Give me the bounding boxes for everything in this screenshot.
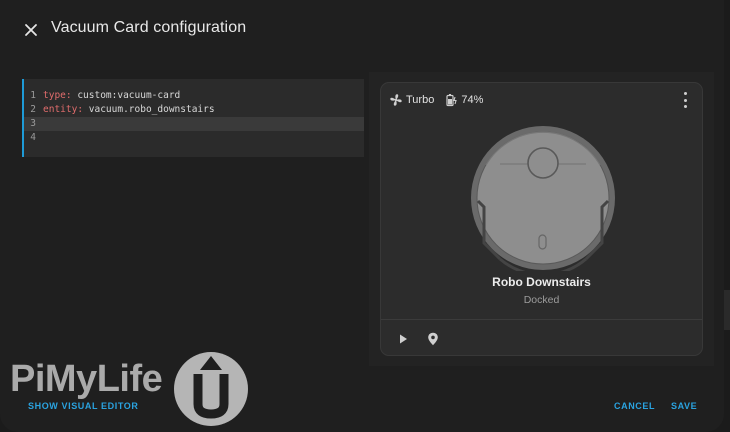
- vacuum-state: Docked: [523, 294, 560, 306]
- yaml-value: vacuum.robo_downstairs: [83, 104, 215, 115]
- play-icon: [400, 334, 407, 344]
- line-number: 3: [30, 118, 36, 129]
- more-vertical-icon[interactable]: [680, 92, 690, 108]
- locate-button[interactable]: [423, 329, 443, 349]
- robot-vacuum-image: [471, 126, 615, 271]
- code-text: entity: vacuum.robo_downstairs: [43, 103, 215, 117]
- code-text: type: custom:vacuum-card: [43, 89, 180, 103]
- pimylifeup-watermark-logo: PiMyLife: [10, 352, 250, 430]
- battery-label: 74%: [461, 94, 484, 106]
- dialog-header: Vacuum Card configuration: [0, 0, 724, 58]
- show-visual-editor-button[interactable]: SHOW VISUAL EDITOR: [28, 401, 138, 411]
- dialog: Vacuum Card configuration 1 type: custom…: [0, 0, 724, 432]
- yaml-value: custom:vacuum-card: [71, 90, 181, 101]
- line-number: 2: [30, 104, 36, 115]
- close-button[interactable]: [18, 17, 44, 43]
- vacuum-card: Turbo 74% Robo Downstairs Docked: [380, 82, 703, 356]
- code-line[interactable]: 1 type: custom:vacuum-card: [24, 89, 364, 103]
- background-edge: [724, 290, 730, 330]
- watermark-text: PiMyLife: [10, 358, 163, 400]
- start-button[interactable]: [393, 329, 413, 349]
- yaml-key: type:: [43, 90, 72, 101]
- yaml-key: entity:: [43, 104, 84, 115]
- code-line[interactable]: 2 entity: vacuum.robo_downstairs: [24, 103, 364, 117]
- card-status-bar: Turbo 74%: [389, 91, 493, 109]
- dialog-title: Vacuum Card configuration: [51, 19, 247, 36]
- card-actions: [393, 329, 453, 349]
- close-icon: [25, 24, 37, 36]
- watermark-badge: [174, 352, 248, 426]
- battery-charging-icon: [446, 94, 458, 107]
- code-line-active[interactable]: 3: [24, 117, 364, 131]
- cancel-button[interactable]: CANCEL: [614, 401, 655, 411]
- card-divider: [381, 319, 702, 320]
- line-number: 1: [30, 90, 36, 101]
- line-number: 4: [30, 132, 36, 143]
- fan-speed-status[interactable]: Turbo: [389, 93, 434, 107]
- code-line[interactable]: 4: [24, 131, 364, 145]
- yaml-code-editor[interactable]: 1 type: custom:vacuum-card 2 entity: vac…: [22, 79, 364, 157]
- up-arrow-icon: [193, 356, 229, 419]
- vacuum-name: Robo Downstairs: [492, 275, 591, 289]
- battery-status: 74%: [444, 93, 483, 107]
- save-button[interactable]: SAVE: [671, 401, 697, 411]
- fan-speed-label: Turbo: [406, 94, 435, 106]
- fan-icon: [390, 94, 402, 106]
- map-marker-icon: [428, 332, 438, 346]
